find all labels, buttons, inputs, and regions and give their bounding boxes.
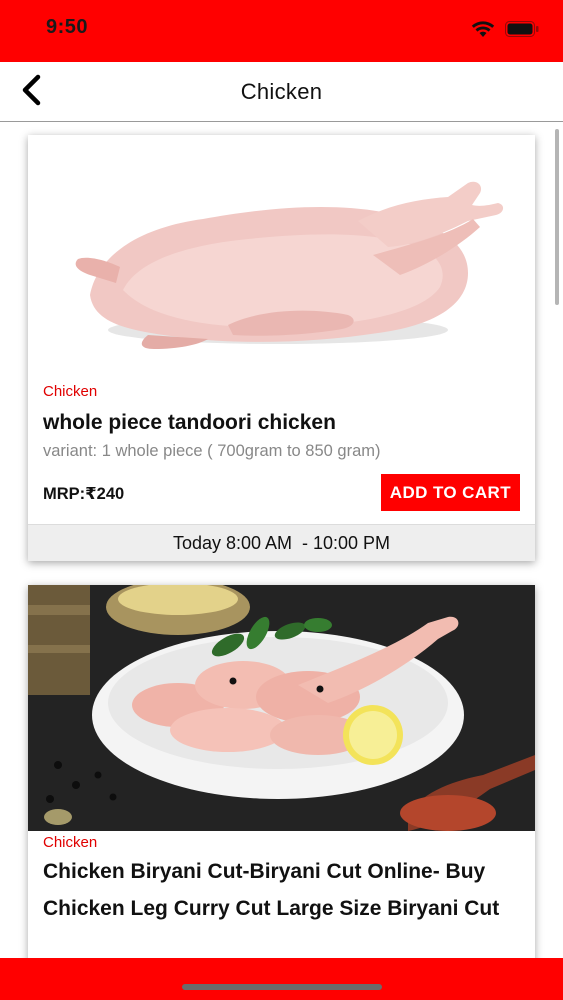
nav-bar: Chicken	[0, 62, 563, 122]
page-title: Chicken	[240, 79, 323, 104]
wifi-icon	[471, 20, 495, 38]
product-category: Chicken	[43, 383, 98, 400]
product-category: Chicken	[43, 834, 98, 851]
product-card[interactable]: Chicken Chicken Biryani Cut-Biryani Cut …	[28, 585, 535, 958]
delivery-timing: Today 8:00 AM - 10:00 PM	[28, 524, 535, 561]
status-time: 9:50	[46, 16, 89, 38]
status-icons	[471, 20, 539, 38]
status-bar: 9:50	[0, 0, 563, 62]
product-name[interactable]: whole piece tandoori chicken	[43, 411, 336, 435]
product-variant: variant: 1 whole piece ( 700gram to 850 …	[43, 442, 381, 460]
product-price: MRP:₹240	[43, 485, 125, 503]
battery-icon	[505, 21, 539, 37]
bottom-bar	[0, 958, 563, 1000]
add-to-cart-button[interactable]: ADD TO CART	[380, 474, 520, 511]
home-indicator[interactable]	[182, 984, 382, 990]
product-card[interactable]: Chicken whole piece tandoori chicken var…	[28, 135, 535, 561]
product-image[interactable]	[28, 585, 535, 831]
product-name[interactable]: Chicken Biryani Cut-Biryani Cut Online- …	[43, 853, 513, 927]
product-list[interactable]: Chicken whole piece tandoori chicken var…	[0, 123, 563, 958]
scrollbar-thumb[interactable]	[555, 129, 559, 305]
product-image[interactable]	[28, 135, 535, 375]
